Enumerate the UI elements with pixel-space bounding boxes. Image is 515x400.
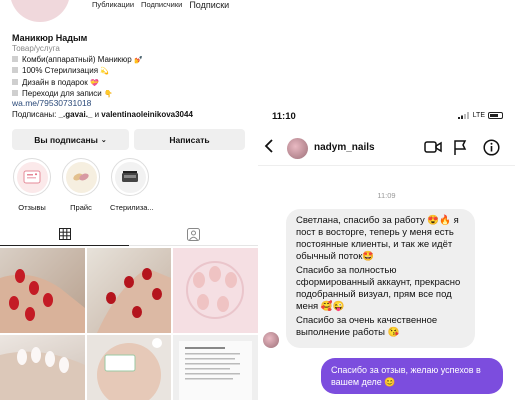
post-thumbnail-white-nails[interactable] bbox=[0, 335, 85, 400]
message-paragraph: Светлана, спасибо за работу 😍🔥 я пост в … bbox=[296, 215, 459, 262]
posts-stat-label[interactable]: Публикации bbox=[92, 0, 134, 10]
sender-avatar[interactable] bbox=[263, 332, 279, 348]
bio-line: 100% Стерилизация 💫 bbox=[12, 66, 143, 77]
bullet-icon bbox=[12, 78, 18, 85]
followers-stat-label[interactable]: Подписчики bbox=[141, 0, 182, 10]
highlight-label: Стерилиза... bbox=[110, 203, 154, 212]
profile-link[interactable]: wa.me/79530731018 bbox=[12, 98, 91, 108]
highlight-sterilization[interactable]: Стерилиза... bbox=[110, 158, 154, 212]
chat-header: nadym_nails bbox=[258, 130, 515, 166]
post-thumbnail-red-nails[interactable] bbox=[0, 248, 85, 333]
bullet-icon bbox=[12, 90, 18, 97]
direct-message-panel: 11:10 LTE nadym_nails 11:09 Светлана, сп… bbox=[258, 0, 515, 400]
post-thumbnail-price-list[interactable] bbox=[173, 335, 258, 400]
following-stat-label[interactable]: Подписки bbox=[189, 0, 229, 10]
info-icon[interactable] bbox=[483, 139, 500, 161]
post-thumbnail-skin-closeup[interactable] bbox=[87, 335, 171, 400]
sterilizer-icon bbox=[114, 161, 146, 193]
followed-by-text[interactable]: Подписаны: _.gavai._ и valentinaoleiniko… bbox=[12, 110, 193, 119]
profile-content-tabs bbox=[0, 222, 258, 246]
profile-avatar[interactable] bbox=[10, 0, 70, 22]
highlight-reviews[interactable]: Отзывы bbox=[12, 158, 52, 212]
tab-tagged[interactable] bbox=[129, 222, 258, 246]
profile-bio: Комби(аппаратный) Маникюр 💅 100% Стерили… bbox=[12, 55, 143, 101]
profile-stats: Публикации Подписчики Подписки bbox=[92, 0, 229, 10]
bio-line: Дизайн в подарок 💝 bbox=[12, 78, 143, 89]
post-thumbnail-red-nails-2[interactable] bbox=[87, 248, 171, 333]
status-bar-icons: LTE bbox=[457, 112, 503, 119]
profile-name: Маникюр Надым bbox=[12, 33, 88, 43]
network-label: LTE bbox=[472, 112, 485, 119]
signal-icon bbox=[457, 112, 469, 119]
video-call-icon[interactable] bbox=[424, 139, 442, 160]
grid-icon bbox=[58, 227, 71, 240]
message-button[interactable]: Написать bbox=[134, 129, 245, 150]
post-thumbnail-nail-tips[interactable] bbox=[173, 248, 258, 333]
highlight-label: Прайс bbox=[70, 203, 92, 212]
battery-icon bbox=[488, 112, 503, 119]
bullet-icon bbox=[12, 56, 18, 62]
outgoing-message[interactable]: Спасибо за отзыв, желаю успехов в вашем … bbox=[321, 358, 503, 394]
review-card-icon bbox=[16, 161, 48, 193]
chat-timestamp: 11:09 bbox=[377, 191, 396, 200]
chat-username[interactable]: nadym_nails bbox=[314, 142, 375, 153]
profile-category: Товар/услуга bbox=[12, 44, 60, 53]
chevron-down-icon: ⌄ bbox=[100, 136, 107, 144]
back-arrow-icon[interactable] bbox=[264, 139, 274, 158]
highlight-label: Отзывы bbox=[18, 203, 46, 212]
bullet-icon bbox=[12, 67, 18, 74]
chat-avatar[interactable] bbox=[287, 138, 308, 159]
price-nails-icon bbox=[65, 161, 97, 193]
instagram-profile-panel: Публикации Подписчики Подписки Маникюр Н… bbox=[0, 0, 258, 400]
message-paragraph: Спасибо за очень качественное выполнение… bbox=[296, 315, 438, 338]
highlight-price[interactable]: Прайс bbox=[61, 158, 101, 212]
message-paragraph: Спасибо за полностью сформированный акка… bbox=[296, 265, 461, 312]
subscribed-button[interactable]: Вы подписаны ⌄ bbox=[12, 129, 129, 150]
flag-icon[interactable] bbox=[453, 139, 467, 161]
status-bar-time: 11:10 bbox=[272, 111, 296, 122]
bio-line: Комби(аппаратный) Маникюр 💅 bbox=[12, 55, 143, 66]
incoming-message[interactable]: Светлана, спасибо за работу 😍🔥 я пост в … bbox=[286, 209, 475, 348]
tab-posts-grid[interactable] bbox=[0, 222, 129, 246]
tagged-person-icon bbox=[187, 227, 200, 241]
